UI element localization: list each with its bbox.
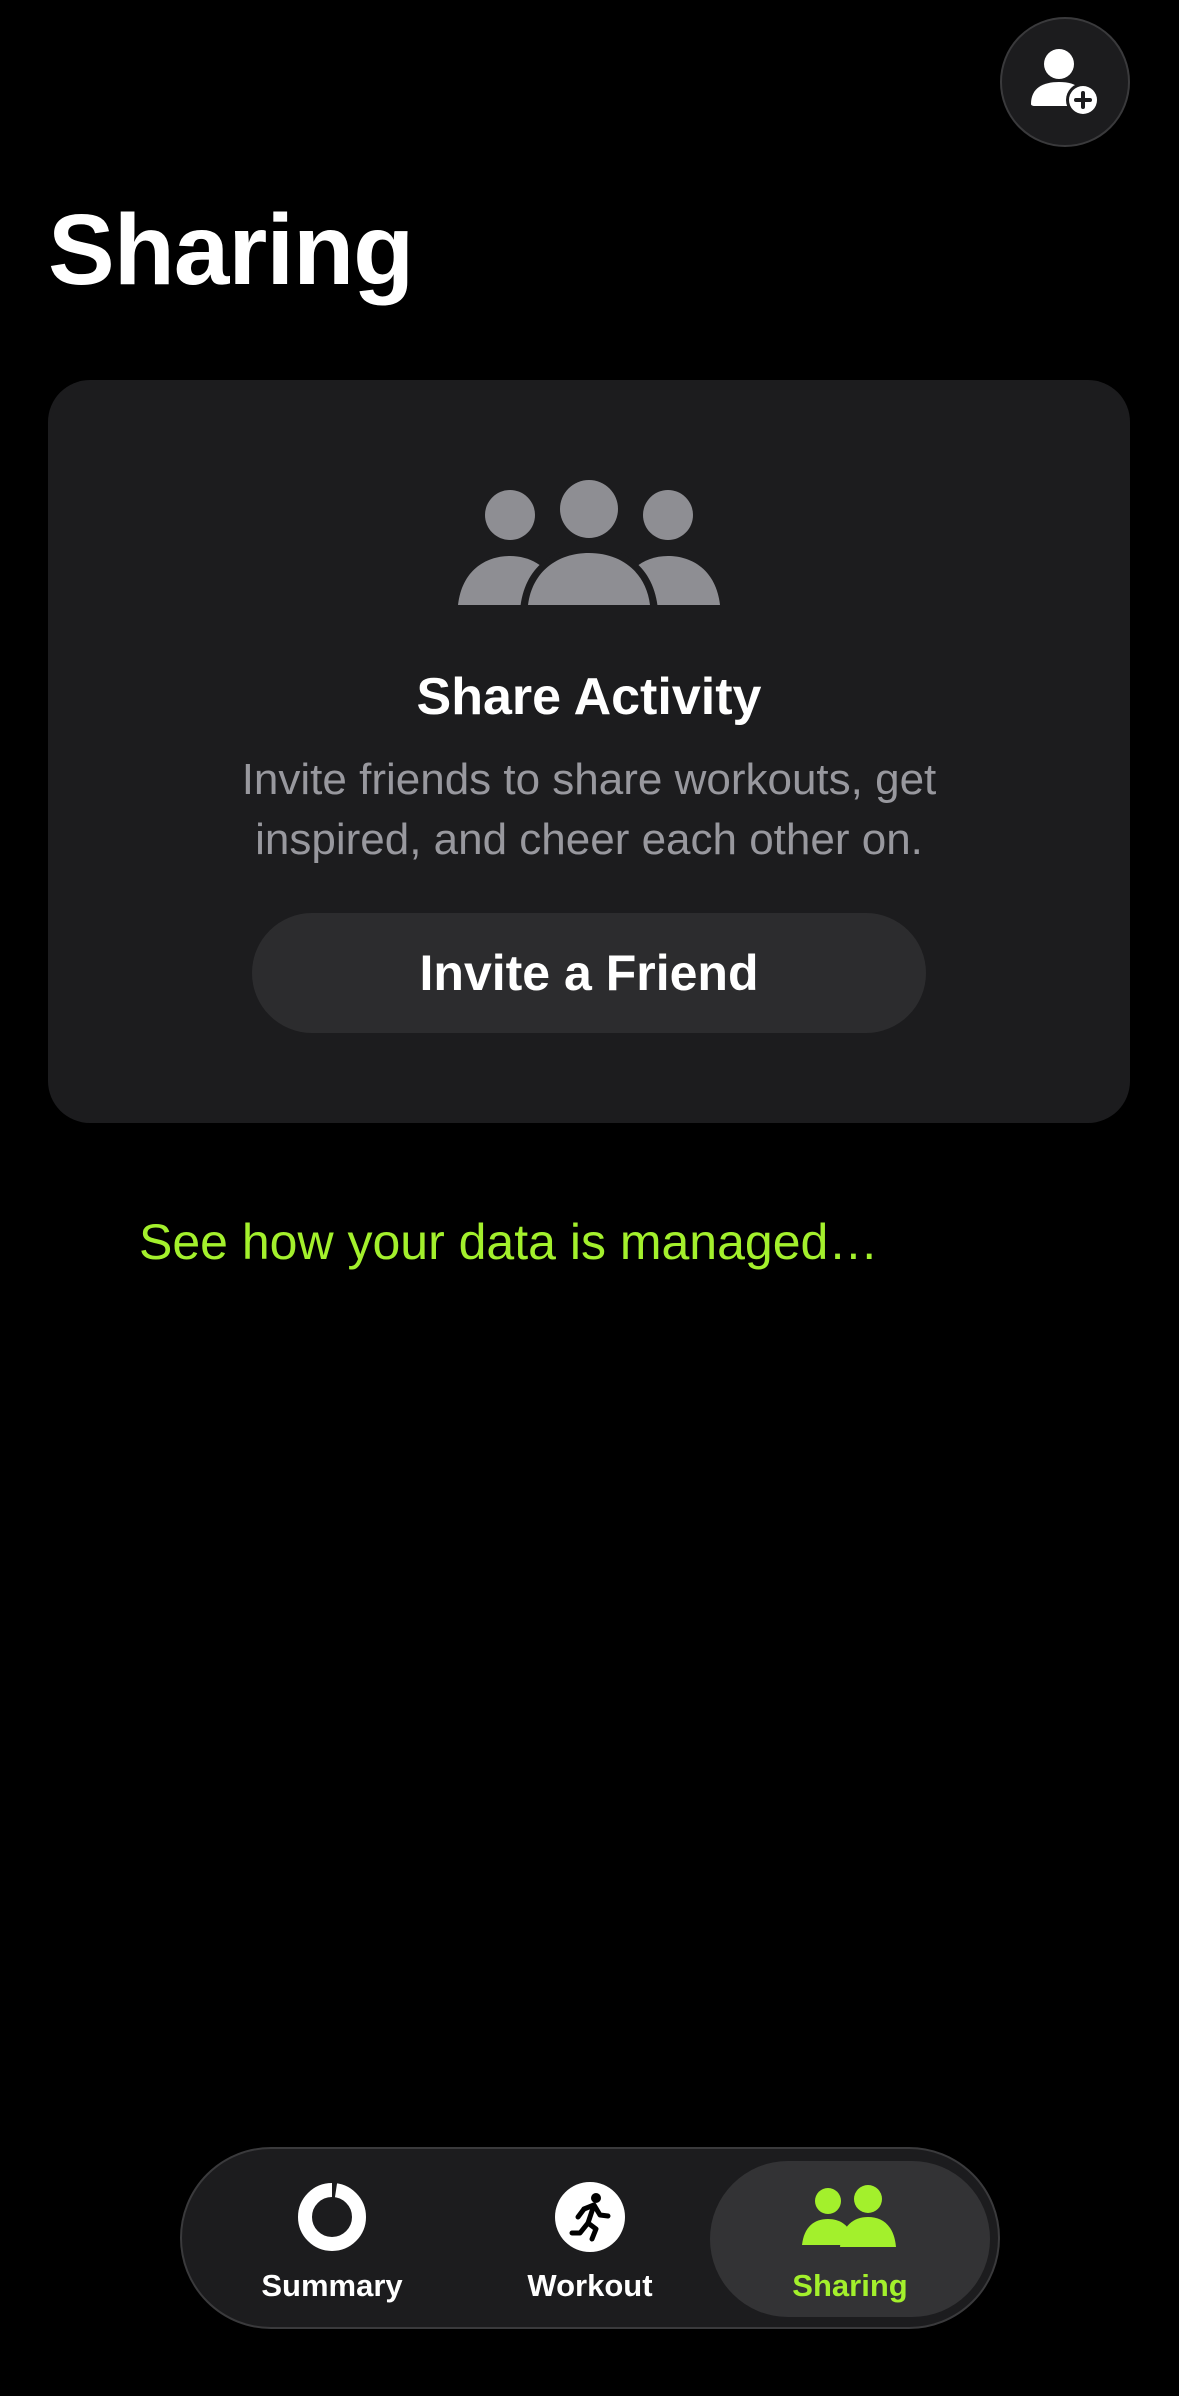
data-management-link[interactable]: See how your data is managed…	[139, 1210, 878, 1274]
tab-label: Workout	[527, 2268, 653, 2303]
activity-ring-icon	[296, 2181, 368, 2253]
tab-bar: Summary Workout Sharing	[180, 2147, 1000, 2329]
tab-summary[interactable]: Summary	[232, 2161, 432, 2317]
sharing-people-icon	[802, 2181, 898, 2253]
card-title: Share Activity	[416, 668, 762, 726]
person-add-icon	[1031, 49, 1100, 117]
tab-workout[interactable]: Workout	[490, 2161, 690, 2317]
tab-label: Sharing	[792, 2268, 908, 2303]
group-icon	[48, 480, 1130, 610]
invite-friend-button[interactable]: Invite a Friend	[252, 913, 926, 1033]
share-activity-card: Share Activity Invite friends to share w…	[48, 380, 1130, 1123]
page-title: Sharing	[48, 194, 414, 306]
tab-sharing[interactable]: Sharing	[710, 2161, 990, 2317]
add-friend-button[interactable]	[1000, 17, 1130, 147]
tab-label: Summary	[261, 2268, 403, 2303]
running-figure-icon	[554, 2181, 626, 2253]
card-description: Invite friends to share workouts, get in…	[241, 755, 937, 864]
